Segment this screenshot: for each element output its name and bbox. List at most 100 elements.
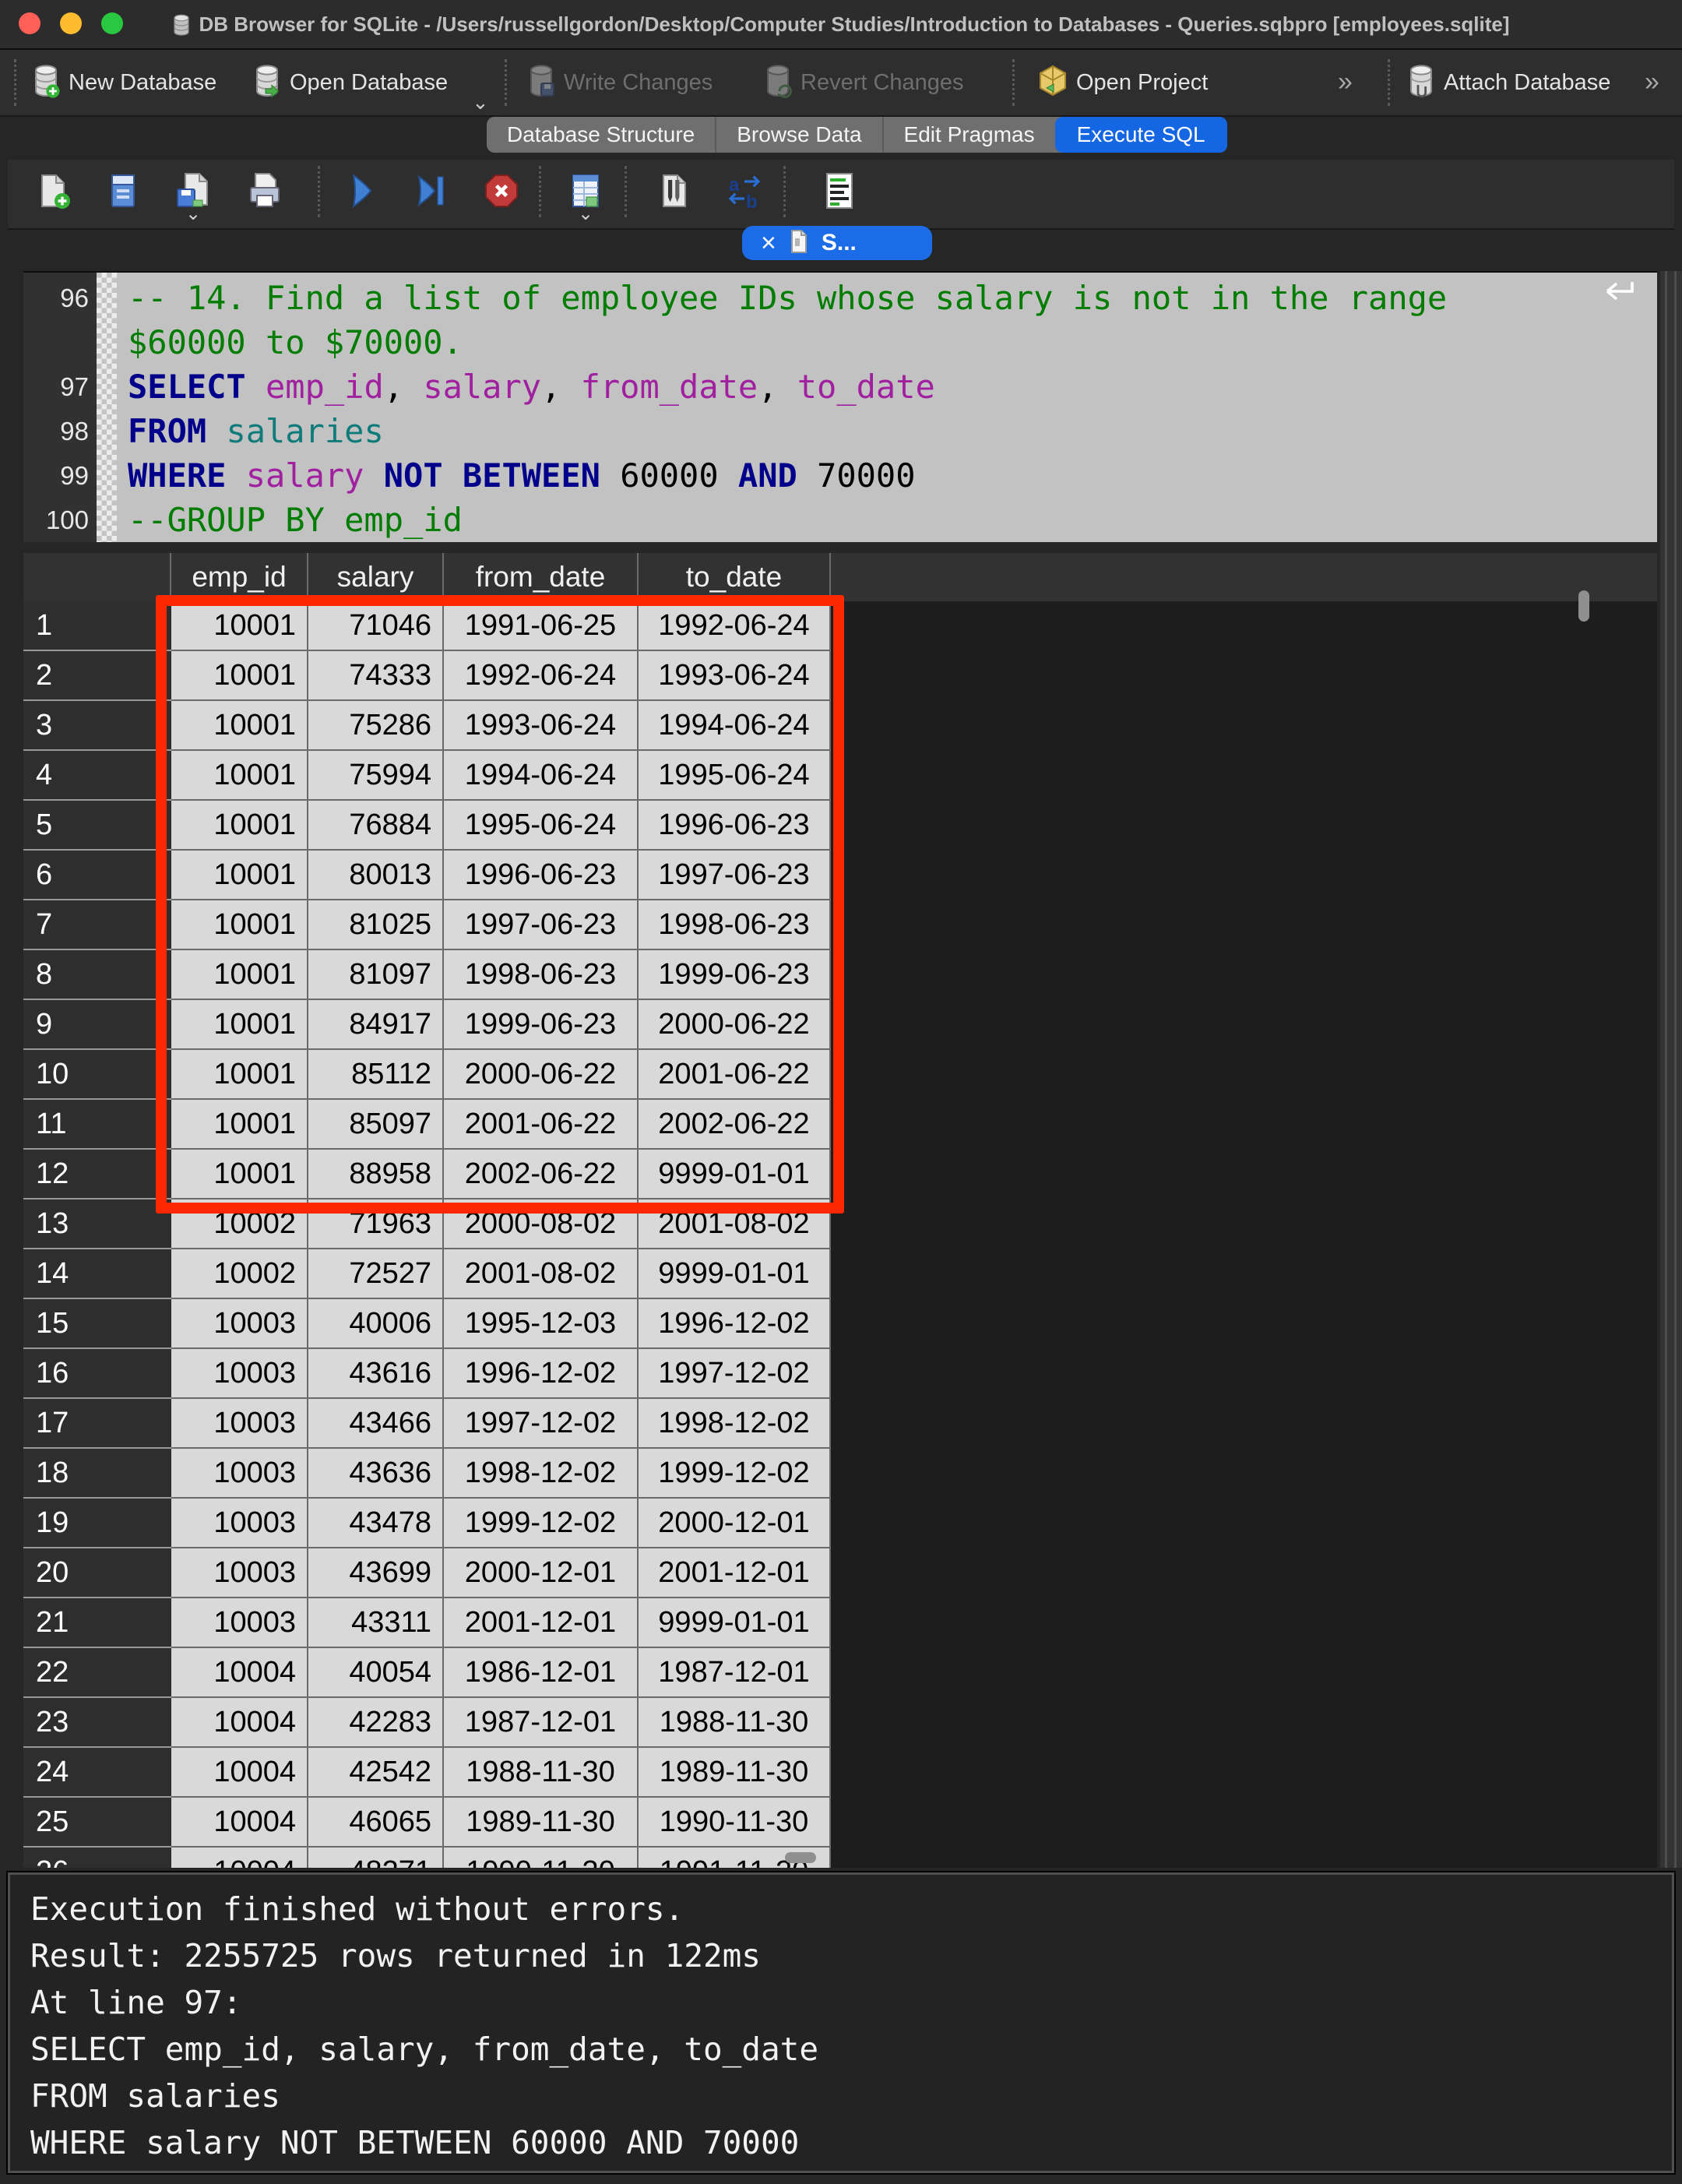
cell-from_date[interactable]: 1988-11-30 [444,1748,639,1798]
table-row[interactable]: 710001810251997-06-231998-06-23 [23,900,1657,950]
save-sql-expand-chevron-icon[interactable]: ⌄ [185,205,201,224]
cell-from_date[interactable]: 2000-06-22 [444,1050,639,1100]
cell-salary[interactable]: 48271 [308,1848,444,1868]
cell-emp_id[interactable]: 10001 [171,1000,308,1050]
cell-to_date[interactable]: 2000-12-01 [639,1499,831,1548]
table-row[interactable]: 1810003436361998-12-021999-12-02 [23,1449,1657,1499]
row-number[interactable]: 8 [23,950,171,1000]
editor-code-area[interactable]: 96-- 14. Find a list of employee IDs who… [23,276,1657,542]
cell-salary[interactable]: 43636 [308,1449,444,1499]
cell-salary[interactable]: 85112 [308,1050,444,1100]
cell-from_date[interactable]: 1994-06-24 [444,751,639,801]
sql-editor[interactable]: 96-- 14. Find a list of employee IDs who… [23,271,1657,542]
table-row[interactable]: 410001759941994-06-241995-06-24 [23,751,1657,801]
cell-emp_id[interactable]: 10003 [171,1499,308,1548]
cell-to_date[interactable]: 1990-11-30 [639,1798,831,1848]
row-number[interactable]: 22 [23,1648,171,1698]
cell-emp_id[interactable]: 10002 [171,1199,308,1249]
close-sql-tab-icon[interactable]: × [761,230,776,256]
cell-emp_id[interactable]: 10004 [171,1648,308,1698]
cell-from_date[interactable]: 1995-12-03 [444,1299,639,1349]
editor-line[interactable]: 96-- 14. Find a list of employee IDs who… [23,276,1657,320]
cell-to_date[interactable]: 1998-12-02 [639,1399,831,1449]
cell-to_date[interactable]: 1999-06-23 [639,950,831,1000]
cell-salary[interactable]: 74333 [308,651,444,701]
cell-salary[interactable]: 76884 [308,801,444,851]
cell-salary[interactable]: 40006 [308,1299,444,1349]
cell-emp_id[interactable]: 10004 [171,1798,308,1848]
execute-current-line-button[interactable] [408,167,455,214]
cell-to_date[interactable]: 1994-06-24 [639,701,831,751]
cell-emp_id[interactable]: 10002 [171,1249,308,1299]
cell-salary[interactable]: 71046 [308,601,444,651]
cell-emp_id[interactable]: 10001 [171,1150,308,1199]
cell-from_date[interactable]: 1999-12-02 [444,1499,639,1548]
cell-from_date[interactable]: 1987-12-01 [444,1698,639,1748]
toolbar-overflow-chevron-icon[interactable]: » [1645,67,1659,97]
cell-to_date[interactable]: 2001-12-01 [639,1548,831,1598]
cell-emp_id[interactable]: 10003 [171,1399,308,1449]
cell-emp_id[interactable]: 10003 [171,1299,308,1349]
cell-salary[interactable]: 43466 [308,1399,444,1449]
cell-to_date[interactable]: 1988-11-30 [639,1698,831,1748]
row-number[interactable]: 6 [23,851,171,900]
cell-salary[interactable]: 85097 [308,1100,444,1150]
cell-salary[interactable]: 80013 [308,851,444,900]
cell-emp_id[interactable]: 10004 [171,1698,308,1748]
cell-salary[interactable]: 42283 [308,1698,444,1748]
cell-salary[interactable]: 40054 [308,1648,444,1698]
cell-to_date[interactable]: 1995-06-24 [639,751,831,801]
cell-to_date[interactable]: 1992-06-24 [639,601,831,651]
cell-from_date[interactable]: 2000-12-01 [444,1548,639,1598]
row-number[interactable]: 17 [23,1399,171,1449]
tab-edit-pragmas[interactable]: Edit Pragmas [884,117,1055,153]
cell-from_date[interactable]: 1998-06-23 [444,950,639,1000]
cell-from_date[interactable]: 1986-12-01 [444,1648,639,1698]
cell-salary[interactable]: 71963 [308,1199,444,1249]
cell-from_date[interactable]: 2001-06-22 [444,1100,639,1150]
row-number[interactable]: 5 [23,801,171,851]
table-row[interactable]: 2210004400541986-12-011987-12-01 [23,1648,1657,1698]
cell-to_date[interactable]: 1993-06-24 [639,651,831,701]
cell-to_date[interactable]: 1997-06-23 [639,851,831,900]
cell-salary[interactable]: 75286 [308,701,444,751]
cell-salary[interactable]: 75994 [308,751,444,801]
row-number[interactable]: 16 [23,1349,171,1399]
cell-salary[interactable]: 43311 [308,1598,444,1648]
write-changes-button[interactable]: Write Changes [526,50,713,115]
row-number[interactable]: 14 [23,1249,171,1299]
row-number[interactable]: 11 [23,1100,171,1150]
results-vertical-scrollbar-thumb[interactable] [1578,590,1589,622]
open-sql-tab-button[interactable] [30,167,76,214]
cell-from_date[interactable]: 1995-06-24 [444,801,639,851]
table-row[interactable]: 2310004422831987-12-011988-11-30 [23,1698,1657,1748]
cell-to_date[interactable]: 2001-06-22 [639,1050,831,1100]
cell-salary[interactable]: 72527 [308,1249,444,1299]
table-row[interactable]: 1510003400061995-12-031996-12-02 [23,1299,1657,1349]
cell-to_date[interactable]: 1999-12-02 [639,1449,831,1499]
save-results-expand-chevron-icon[interactable]: ⌄ [578,205,593,224]
row-number[interactable]: 12 [23,1150,171,1199]
execution-log-button[interactable] [816,167,863,214]
table-row[interactable]: 2610004482711990-11-301991-11-30 [23,1848,1657,1868]
cell-emp_id[interactable]: 10001 [171,1100,308,1150]
table-row[interactable]: 1710003434661997-12-021998-12-02 [23,1399,1657,1449]
table-row[interactable]: 1610003436161996-12-021997-12-02 [23,1349,1657,1399]
cell-from_date[interactable]: 1997-06-23 [444,900,639,950]
table-row[interactable]: 310001752861993-06-241994-06-24 [23,701,1657,751]
results-horizontal-scrollbar-thumb[interactable] [785,1852,816,1863]
open-project-button[interactable]: Open Project [1037,50,1208,115]
cell-to_date[interactable]: 1998-06-23 [639,900,831,950]
cell-from_date[interactable]: 2000-08-02 [444,1199,639,1249]
row-number[interactable]: 18 [23,1449,171,1499]
cell-from_date[interactable]: 2002-06-22 [444,1150,639,1199]
open-sql-file-button[interactable] [100,167,146,214]
cell-emp_id[interactable]: 10004 [171,1748,308,1798]
table-row[interactable]: 1010001851122000-06-222001-06-22 [23,1050,1657,1100]
cell-salary[interactable]: 43478 [308,1499,444,1548]
table-row[interactable]: 1210001889582002-06-229999-01-01 [23,1150,1657,1199]
table-row[interactable]: 110001710461991-06-251992-06-24 [23,601,1657,651]
row-number[interactable]: 7 [23,900,171,950]
column-header-to-date[interactable]: to_date [639,553,831,601]
cell-to_date[interactable]: 2000-06-22 [639,1000,831,1050]
